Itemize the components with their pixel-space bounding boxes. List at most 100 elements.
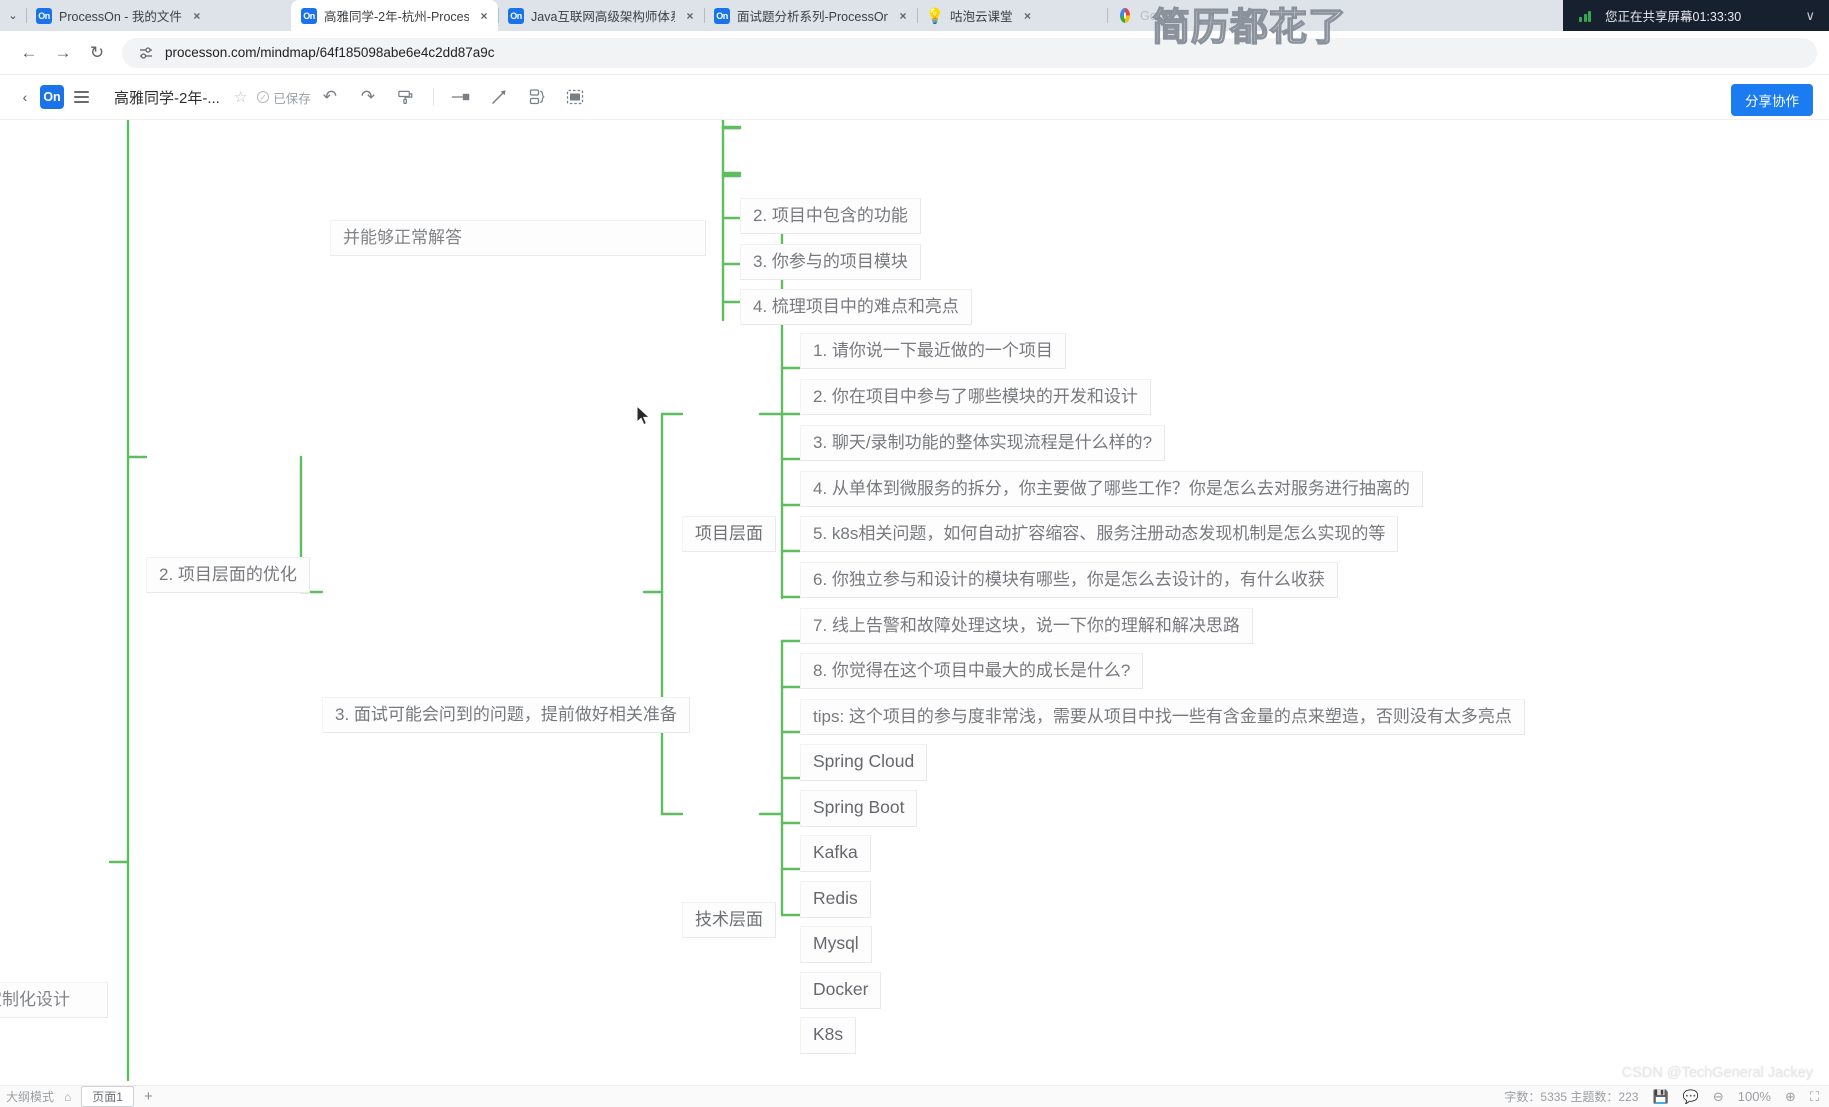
processon-icon: On [36, 7, 52, 24]
save-icon[interactable]: 💾 [1652, 1089, 1668, 1105]
share-collaborate-button[interactable]: 分享协作 [1731, 84, 1813, 116]
mindmap-node-label: 3. 面试可能会问到的问题，提前做好相关准备 [335, 705, 677, 724]
mindmap-node[interactable]: tips: 这个项目的参与度非常浅，需要从项目中找一些有含金量的点来塑造，否则没… [800, 699, 1525, 736]
url-text: processon.com/mindmap/64f185098abe6e4c2d… [165, 45, 495, 60]
zoom-in-icon[interactable]: ⊕ [1785, 1089, 1796, 1105]
outline-icon[interactable] [556, 82, 594, 112]
mindmap-node-label: 项目层面 [695, 524, 763, 543]
fit-screen-icon[interactable]: ⛶ [1810, 1089, 1819, 1105]
browser-tab[interactable]: On 面试题分析系列-ProcessOn × [704, 0, 917, 31]
address-input[interactable]: processon.com/mindmap/64f185098abe6e4c2d… [122, 37, 1817, 68]
close-icon[interactable]: × [189, 8, 205, 24]
mindmap-node-label: Kafka [813, 842, 858, 862]
mindmap-node-label: Mysql [813, 933, 859, 953]
insert-child-icon[interactable] [480, 82, 518, 112]
mindmap-node[interactable]: Docker [800, 972, 882, 1009]
mindmap-node[interactable]: Spring Cloud [800, 744, 928, 781]
mindmap-node-label: 3. 聊天/录制功能的整体实现流程是什么样的? [813, 433, 1153, 452]
mindmap-node[interactable]: 7. 线上告警和故障处理这块，说一下你的理解和解决思路 [800, 608, 1253, 645]
mindmap-node[interactable]: 2. 你在项目中参与了哪些模块的开发和设计 [800, 379, 1151, 416]
screen-share-indicator[interactable]: 您正在共享屏幕01:33:30 ∨ [1563, 0, 1829, 31]
mindmap-node[interactable]: 3. 你参与的项目模块 [740, 244, 921, 281]
mindmap-node-label: 4. 梳理项目中的难点和亮点 [753, 297, 959, 316]
close-icon[interactable]: × [895, 8, 911, 24]
tab-title: 面试题分析系列-ProcessOn [737, 10, 888, 24]
mindmap-node[interactable]: 3. 面试可能会问到的问题，提前做好相关准备 [322, 697, 690, 734]
reload-button[interactable]: ↻ [80, 36, 114, 70]
zoom-out-icon[interactable]: ⊖ [1713, 1089, 1724, 1105]
mindmap-node[interactable]: 并能够正常解答 [330, 220, 706, 257]
screen-share-label: 您正在共享屏幕01:33:30 [1605, 10, 1742, 24]
redo-icon[interactable]: ↷ [349, 82, 387, 112]
mindmap-node[interactable]: 4. 从单体到微服务的拆分，你主要做了哪些工作？你是怎么去对服务进行抽离的 [800, 471, 1423, 508]
mindmap-node[interactable]: 6. 你独立参与和设计的模块有哪些，你是怎么去设计的，有什么收获 [800, 562, 1338, 599]
saved-label: 已保存 [273, 91, 311, 106]
mindmap-node[interactable]: K8s [800, 1017, 857, 1054]
site-settings-icon[interactable] [138, 45, 154, 61]
format-painter-icon[interactable] [387, 82, 425, 112]
mindmap-node-label: 2. 项目中包含的功能 [753, 206, 908, 225]
hamburger-icon[interactable] [74, 84, 100, 110]
signal-bars-icon [1579, 10, 1591, 22]
mindmap-node[interactable]: 8. 你觉得在这个项目中最大的成长是什么? [800, 653, 1144, 690]
status-bar: 大纲模式 ⌂ 页面1 + 字数：5335 主题数：223 💾 💬 ⊖ 100% … [0, 1085, 1829, 1107]
zoom-value: 100% [1737, 1089, 1771, 1104]
summary-icon[interactable] [518, 82, 556, 112]
browser-tab[interactable]: Goog [1107, 0, 1297, 31]
mindmap-node[interactable]: 1. 请你说一下最近做的一个项目 [800, 333, 1066, 370]
processon-icon: On [714, 7, 730, 24]
mindmap-node-label: Spring Cloud [813, 751, 915, 771]
star-icon[interactable]: ☆ [234, 88, 247, 106]
browser-tab-active[interactable]: On 高雅同学-2年-杭州-ProcessOn × [291, 0, 498, 31]
mindmap-node[interactable]: 5. k8s相关问题，如何自动扩容缩容、服务注册动态发现机制是怎么实现的等 [800, 516, 1399, 553]
mindmap-node-label: 4. 从单体到微服务的拆分，你主要做了哪些工作？你是怎么去对服务进行抽离的 [813, 479, 1410, 498]
mindmap-node[interactable]: Redis [800, 881, 871, 918]
mindmap-node[interactable]: 3. 聊天/录制功能的整体实现流程是什么样的? [800, 425, 1166, 462]
document-title[interactable]: 高雅同学-2年-... [114, 87, 220, 108]
app-back-icon[interactable]: ‹ [14, 89, 36, 105]
mindmap-node-label: 技术层面 [695, 910, 763, 929]
mindmap-node-label: 3. 你参与的项目模块 [753, 252, 908, 271]
mindmap-node[interactable]: Kafka [800, 835, 871, 872]
page-tab[interactable]: 页面1 [81, 1086, 134, 1107]
processon-logo[interactable]: On [40, 85, 64, 109]
browser-tab[interactable]: On ProcessOn - 我的文件 × [26, 0, 291, 31]
mindmap-node-label: 2. 项目层面的优化 [159, 565, 297, 584]
undo-icon[interactable]: ↶ [311, 82, 349, 112]
tab-title: Goog [1140, 8, 1171, 23]
home-icon[interactable]: ⌂ [64, 1090, 71, 1104]
browser-tab[interactable]: 💡 咕泡云课堂 × [917, 0, 1107, 31]
mindmap-canvas[interactable]: 并能够正常解答 2. 项目中包含的功能 3. 你参与的项目模块 4. 梳理项目中的难点… [0, 120, 1829, 1107]
comment-icon[interactable]: 💬 [1683, 1089, 1699, 1105]
mindmap-node[interactable]: 4. 梳理项目中的难点和亮点 [740, 289, 972, 326]
tab-list-chevron-icon[interactable]: ⌄ [0, 0, 26, 31]
back-button[interactable]: ← [12, 36, 46, 70]
mindmap-node-label: 并能够正常解答 [343, 228, 462, 247]
mindmap-node[interactable]: 2. 项目层面的优化 [146, 557, 310, 594]
close-icon[interactable]: × [476, 8, 492, 24]
csdn-watermark: CSDN @TechGeneral Jackey [1621, 1065, 1813, 1081]
mindmap-node[interactable]: Mysql [800, 926, 872, 963]
mindmap-node-label: K8s [813, 1024, 844, 1044]
mindmap-node[interactable]: Spring Boot [800, 790, 918, 827]
app-toolbar: ‹ On 高雅同学-2年-... ☆ ✓ 已保存 ↶ ↷ 分享协作 [0, 75, 1829, 120]
add-page-button[interactable]: + [144, 1088, 153, 1105]
mindmap-node-label: tips: 这个项目的参与度非常浅，需要从项目中找一些有含金量的点来塑造，否则没… [813, 707, 1512, 726]
processon-icon: On [301, 7, 317, 24]
browser-tab[interactable]: On Java互联网高级架构师体系课[ × [498, 0, 704, 31]
saved-status: ✓ 已保存 [257, 88, 311, 107]
mindmap-node[interactable]: 2. 项目中包含的功能 [740, 198, 921, 235]
mindmap-node[interactable]: 技术层面 [682, 902, 776, 939]
mindmap-node[interactable]: 项目层面 [682, 516, 776, 553]
close-icon[interactable]: × [1020, 8, 1036, 24]
outline-mode-label[interactable]: 大纲模式 [6, 1088, 54, 1105]
tab-strip: ⌄ On ProcessOn - 我的文件 × On 高雅同学-2年-杭州-Pr… [0, 0, 1829, 31]
insert-sibling-icon[interactable] [442, 82, 480, 112]
chevron-down-icon[interactable]: ∨ [1805, 8, 1815, 24]
check-circle-icon: ✓ [257, 91, 270, 103]
close-icon[interactable]: × [682, 8, 698, 24]
forward-button[interactable]: → [46, 36, 80, 70]
mindmap-node-label: Spring Boot [813, 797, 905, 817]
browser-window: ⌄ On ProcessOn - 我的文件 × On 高雅同学-2年-杭州-Pr… [0, 0, 1829, 1107]
mindmap-node[interactable]: 状的定制化设计 [0, 982, 108, 1019]
